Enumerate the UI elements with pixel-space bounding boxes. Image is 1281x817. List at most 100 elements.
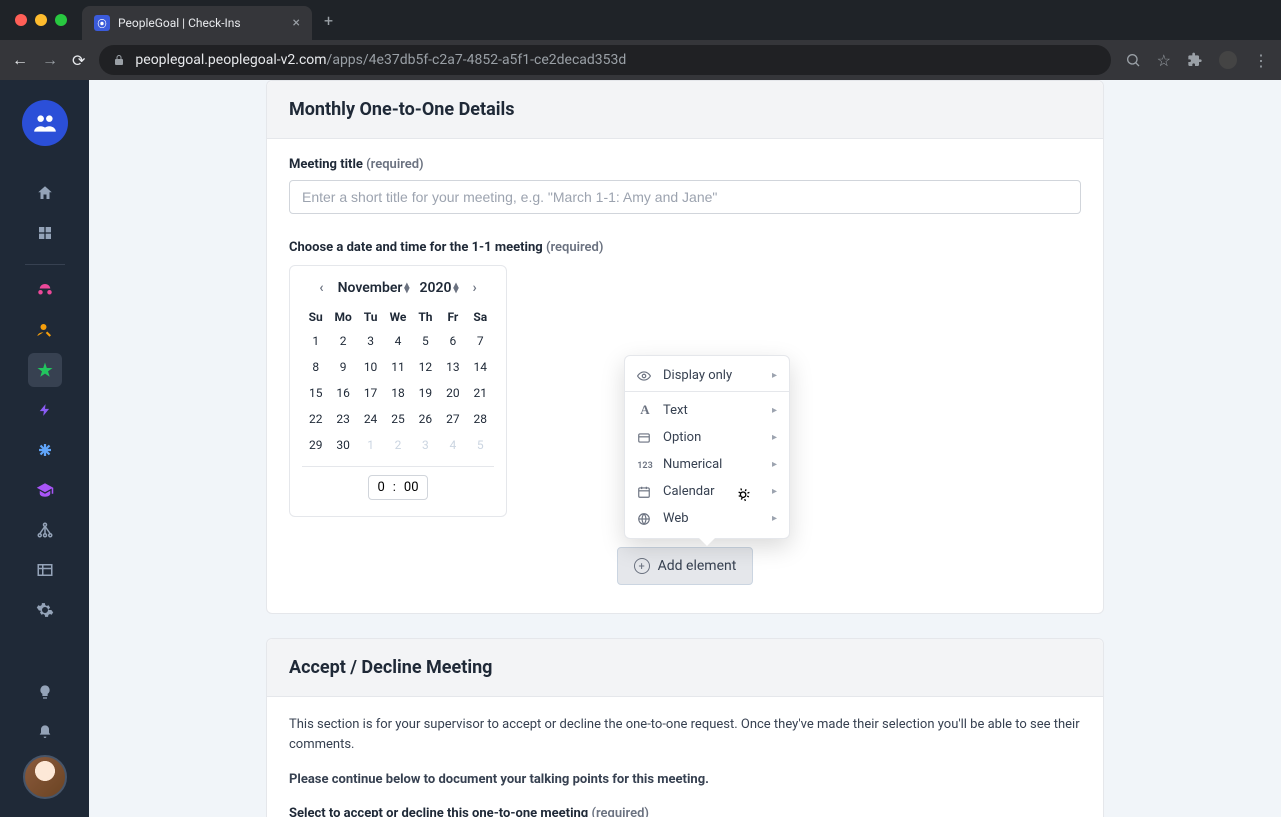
sidebar-star[interactable]: [28, 353, 62, 387]
sidebar-grid[interactable]: [28, 216, 62, 250]
cal-day[interactable]: 16: [329, 380, 356, 406]
cal-day[interactable]: 21: [467, 380, 494, 406]
cal-day[interactable]: 4: [439, 432, 466, 458]
cal-day[interactable]: 13: [439, 354, 466, 380]
chevron-right-icon: ▸: [772, 513, 777, 524]
sidebar-person-edit[interactable]: [28, 313, 62, 347]
cal-day[interactable]: 5: [412, 328, 439, 354]
cal-year-select[interactable]: 2020▴▾: [419, 280, 458, 296]
cal-day[interactable]: 1: [302, 328, 329, 354]
popover-item-text[interactable]: AText▸: [625, 396, 789, 424]
cal-day[interactable]: 20: [439, 380, 466, 406]
new-tab-button[interactable]: +: [324, 11, 333, 30]
search-icon[interactable]: [1125, 52, 1141, 68]
cal-day[interactable]: 19: [412, 380, 439, 406]
profile-icon[interactable]: [1219, 51, 1237, 69]
extensions-icon[interactable]: [1187, 52, 1203, 68]
browser-tab[interactable]: ⦿ PeopleGoal | Check-Ins ×: [82, 6, 312, 40]
meeting-title-input[interactable]: [289, 180, 1081, 214]
cal-day[interactable]: 1: [357, 432, 384, 458]
cal-day[interactable]: 18: [384, 380, 411, 406]
cal-day[interactable]: 5: [467, 432, 494, 458]
sidebar-network[interactable]: [28, 513, 62, 547]
cal-day[interactable]: 28: [467, 406, 494, 432]
section-instruction: Please continue below to document your t…: [289, 770, 1081, 790]
cal-next-button[interactable]: ›: [468, 280, 480, 296]
cal-day[interactable]: 17: [357, 380, 384, 406]
123-icon: 123: [637, 457, 653, 472]
cal-day[interactable]: 10: [357, 354, 384, 380]
sidebar-asterisk[interactable]: [28, 433, 62, 467]
cal-day[interactable]: 2: [384, 432, 411, 458]
menu-icon[interactable]: ⋮: [1253, 51, 1269, 70]
cal-day[interactable]: 25: [384, 406, 411, 432]
eye-icon: [637, 369, 653, 383]
cal-day[interactable]: 23: [329, 406, 356, 432]
popover-item-display-only[interactable]: Display only▸: [625, 362, 789, 392]
cal-prev-button[interactable]: ‹: [315, 280, 327, 296]
url-input[interactable]: peoplegoal.peoplegoal-v2.com/apps/4e37db…: [99, 45, 1110, 75]
user-avatar[interactable]: [23, 755, 67, 799]
add-element-button[interactable]: + Add element: [617, 547, 754, 585]
cal-day[interactable]: 14: [467, 354, 494, 380]
sidebar-home[interactable]: [28, 176, 62, 210]
cal-day[interactable]: 2: [329, 328, 356, 354]
time-input[interactable]: 0 : 00: [368, 475, 427, 500]
cal-dow: Mo: [329, 306, 356, 328]
cal-day[interactable]: 12: [412, 354, 439, 380]
cal-day[interactable]: 3: [357, 328, 384, 354]
url-text: peoplegoal.peoplegoal-v2.com/apps/4e37db…: [135, 52, 626, 68]
cal-day[interactable]: 22: [302, 406, 329, 432]
cal-day[interactable]: 7: [467, 328, 494, 354]
popover-item-web[interactable]: Web ▸: [625, 505, 789, 532]
bookmark-icon[interactable]: ☆: [1157, 51, 1171, 70]
sidebar-bell[interactable]: [28, 715, 62, 749]
cal-day[interactable]: 29: [302, 432, 329, 458]
cal-day[interactable]: 6: [439, 328, 466, 354]
cal-day[interactable]: 26: [412, 406, 439, 432]
accept-decline-card: Accept / Decline Meeting This section is…: [266, 638, 1104, 817]
lock-icon: [113, 54, 125, 66]
popover-item-label: Text: [663, 403, 688, 418]
sidebar-lightbulb[interactable]: [28, 675, 62, 709]
cal-day[interactable]: 24: [357, 406, 384, 432]
reload-button[interactable]: ⟳: [72, 51, 85, 70]
meeting-title-label: Meeting title (required): [289, 157, 1081, 172]
forward-button[interactable]: →: [42, 50, 58, 70]
sidebar-graduation[interactable]: [28, 473, 62, 507]
maximize-window-button[interactable]: [55, 14, 67, 26]
cal-day[interactable]: 9: [329, 354, 356, 380]
cal-day[interactable]: 3: [412, 432, 439, 458]
cal-month-select[interactable]: November▴▾: [338, 280, 410, 296]
app-logo[interactable]: [22, 100, 68, 146]
sidebar-table[interactable]: [28, 553, 62, 587]
sidebar: [0, 80, 89, 817]
tab-close-icon[interactable]: ×: [293, 15, 300, 31]
cal-day[interactable]: 30: [329, 432, 356, 458]
popover-item-numerical[interactable]: 123Numerical▸: [625, 451, 789, 478]
app-container: Monthly One-to-One Details Meeting title…: [0, 80, 1281, 817]
cal-day[interactable]: 8: [302, 354, 329, 380]
tab-bar: ⦿ PeopleGoal | Check-Ins × +: [0, 0, 1281, 40]
sidebar-bolt[interactable]: [28, 393, 62, 427]
sidebar-settings[interactable]: [28, 593, 62, 627]
popover-item-label: Web: [663, 511, 689, 526]
back-button[interactable]: ←: [12, 50, 28, 70]
chevron-right-icon: ▸: [772, 405, 777, 416]
cal-icon: [637, 485, 653, 499]
hour-value: 0: [377, 480, 384, 495]
popover-item-option[interactable]: Option▸: [625, 424, 789, 451]
details-card: Monthly One-to-One Details Meeting title…: [266, 80, 1104, 614]
add-element-label: Add element: [658, 558, 737, 574]
window-controls: [15, 14, 67, 26]
popover-item-label: Numerical: [663, 457, 722, 472]
sidebar-incognito[interactable]: [28, 273, 62, 307]
browser-actions: ☆ ⋮: [1125, 51, 1269, 70]
cal-day[interactable]: 15: [302, 380, 329, 406]
close-window-button[interactable]: [15, 14, 27, 26]
cal-day[interactable]: 27: [439, 406, 466, 432]
cal-day[interactable]: 11: [384, 354, 411, 380]
cal-day[interactable]: 4: [384, 328, 411, 354]
popover-item-calendar[interactable]: Calendar▸: [625, 478, 789, 505]
minimize-window-button[interactable]: [35, 14, 47, 26]
